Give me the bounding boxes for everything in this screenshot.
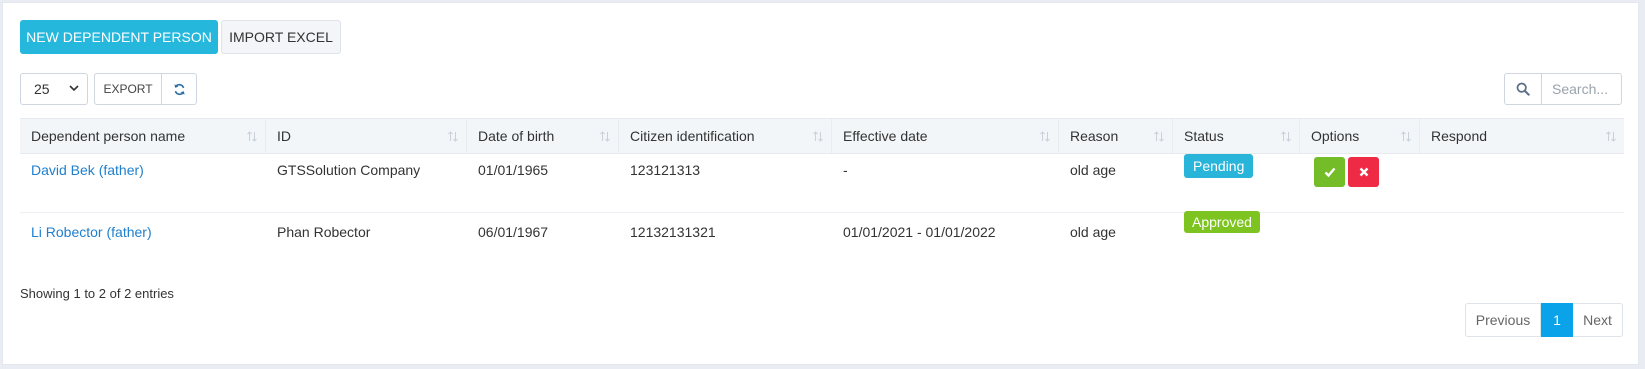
citizen-identification-cell: 12132131321: [630, 224, 716, 240]
search-icon: [1516, 82, 1530, 96]
status-badge: Approved: [1184, 211, 1260, 233]
column-header-id[interactable]: ID: [266, 119, 467, 153]
status-badge: Pending: [1184, 154, 1254, 178]
date-of-birth-cell: 06/01/1967: [478, 224, 549, 240]
refresh-icon: [173, 83, 185, 95]
reason-cell: old age: [1070, 224, 1116, 240]
entries-info: Showing 1 to 2 of 2 entries: [20, 286, 174, 301]
status-cell: Pending: [1173, 154, 1254, 178]
column-header-name[interactable]: Dependent person name: [20, 119, 266, 153]
reason-cell: old age: [1070, 162, 1116, 178]
chevron-down-icon: [69, 85, 79, 92]
sort-icon: [1401, 131, 1411, 142]
column-header-options[interactable]: Options: [1300, 119, 1420, 153]
refresh-button[interactable]: [161, 73, 197, 105]
search-input[interactable]: [1541, 73, 1622, 105]
sort-icon: [1606, 131, 1616, 142]
column-header-status[interactable]: Status: [1173, 119, 1300, 153]
id-cell: Phan Robector: [277, 224, 371, 240]
sort-icon: [813, 131, 823, 142]
column-header-date-of-birth[interactable]: Date of birth: [467, 119, 619, 153]
export-button[interactable]: EXPORT: [94, 73, 162, 105]
previous-page-button[interactable]: Previous: [1465, 303, 1541, 337]
dependent-name-link[interactable]: Li Robector (father): [20, 222, 152, 242]
table-header: Dependent person name ID Date of birth C…: [20, 118, 1624, 154]
dependent-name-link[interactable]: David Bek (father): [20, 160, 144, 180]
close-icon: [1359, 167, 1368, 177]
reject-button[interactable]: [1348, 157, 1379, 187]
citizen-identification-cell: 123121313: [630, 162, 701, 178]
table-row: Li Robector (father) Phan Robector 06/01…: [20, 211, 1624, 260]
next-page-button[interactable]: Next: [1573, 303, 1623, 337]
sort-icon: [600, 131, 610, 142]
sort-icon: [1154, 131, 1164, 142]
sort-icon: [1040, 131, 1050, 142]
import-excel-button[interactable]: IMPORT EXCEL: [221, 20, 341, 54]
approve-button[interactable]: [1314, 157, 1345, 187]
page-1-button[interactable]: 1: [1541, 303, 1573, 337]
sort-icon: [448, 131, 458, 142]
column-header-citizen-identification[interactable]: Citizen identification: [619, 119, 832, 153]
column-header-respond[interactable]: Respond: [1420, 119, 1624, 153]
page-size-value: 25: [34, 81, 50, 97]
search-button[interactable]: [1504, 73, 1542, 105]
effective-date-cell: -: [843, 162, 848, 178]
pagination: Previous 1 Next: [1465, 303, 1623, 337]
check-icon: [1324, 167, 1335, 178]
column-header-reason[interactable]: Reason: [1059, 119, 1173, 153]
id-cell: GTSSolution Company: [277, 162, 421, 178]
status-cell: Approved: [1173, 211, 1260, 233]
sort-icon: [1281, 131, 1291, 142]
new-dependent-person-button[interactable]: NEW DEPENDENT PERSON: [20, 20, 218, 54]
date-of-birth-cell: 01/01/1965: [478, 162, 549, 178]
page-size-select[interactable]: 25: [20, 73, 88, 105]
sort-icon: [247, 131, 257, 142]
effective-date-cell: 01/01/2021 - 01/01/2022: [843, 224, 996, 240]
column-header-effective-date[interactable]: Effective date: [832, 119, 1059, 153]
table-row: David Bek (father) GTSSolution Company 0…: [20, 154, 1624, 213]
